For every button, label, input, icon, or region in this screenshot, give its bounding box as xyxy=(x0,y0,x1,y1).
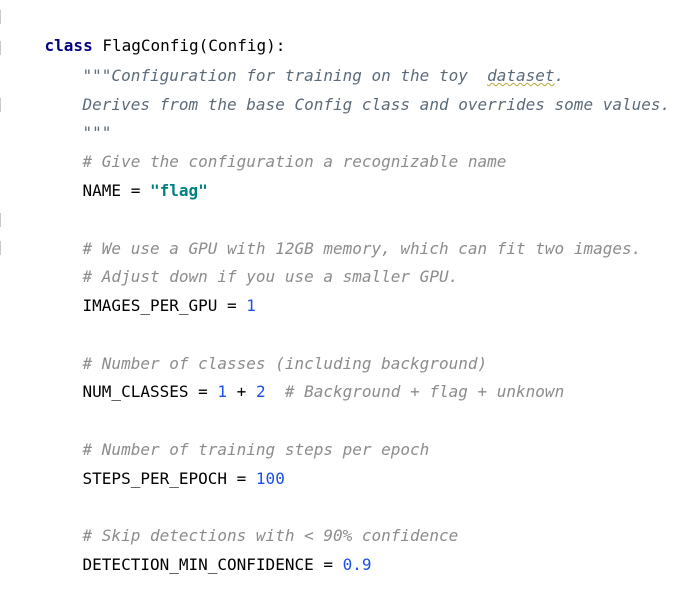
code-line-comment[interactable]: # Number of training steps per epoch xyxy=(44,408,430,459)
code-line-comment[interactable]: # Give the configuration a recognizable … xyxy=(44,120,507,171)
number-literal: 1 xyxy=(246,296,256,315)
code-line-detection-min-confidence[interactable]: DETECTION_MIN_CONFIDENCE = 0.9 xyxy=(44,523,372,574)
fold-marker[interactable] xyxy=(0,10,5,24)
fold-marker[interactable] xyxy=(0,241,5,255)
code-line-name-assign[interactable]: NAME = "flag" xyxy=(44,149,208,200)
operator: + xyxy=(227,382,256,401)
string-literal: "flag" xyxy=(149,181,208,200)
number-literal: 100 xyxy=(255,469,285,488)
assignment-lhs: STEPS_PER_EPOCH = xyxy=(82,469,256,488)
code-line-class-def[interactable]: class FlagConfig(Config): xyxy=(6,4,286,55)
code-line-docstring-3[interactable]: """ xyxy=(44,91,112,142)
number-literal: 0.9 xyxy=(342,555,372,574)
inline-comment: # Background + flag + unknown xyxy=(265,382,565,401)
assignment-lhs: IMAGES_PER_GPU = xyxy=(82,296,247,315)
fold-marker[interactable] xyxy=(0,213,5,227)
assignment-lhs: DETECTION_MIN_CONFIDENCE = xyxy=(82,555,343,574)
fold-marker[interactable] xyxy=(0,98,5,112)
code-line-comment[interactable]: # Adjust down if you use a smaller GPU. xyxy=(44,235,459,286)
code-line-steps-per-epoch[interactable]: STEPS_PER_EPOCH = 100 xyxy=(44,437,285,488)
number-literal: 2 xyxy=(255,382,266,401)
code-line-images-per-gpu[interactable]: IMAGES_PER_GPU = 1 xyxy=(44,264,256,315)
code-line-comment[interactable]: # Number of classes (including backgroun… xyxy=(44,322,488,373)
assignment-lhs: NAME = xyxy=(82,181,150,200)
code-line-docstring-2[interactable]: Derives from the base Config class and o… xyxy=(44,63,671,114)
code-line-docstring-1[interactable]: """Configuration for training on the toy… xyxy=(44,34,565,85)
docstring-text: Derives from the base Config class and o… xyxy=(82,95,671,114)
code-line-comment[interactable]: # Skip detections with < 90% confidence xyxy=(44,494,459,545)
code-line-comment[interactable]: # We use a GPU with 12GB memory, which c… xyxy=(44,207,642,258)
fold-marker[interactable] xyxy=(0,41,5,55)
assignment-lhs: NUM_CLASSES = xyxy=(82,382,218,401)
code-line-num-classes[interactable]: NUM_CLASSES = 1 + 2 # Background + flag … xyxy=(44,350,565,401)
code-editor[interactable]: class FlagConfig(Config): """Configurati… xyxy=(0,0,699,574)
number-literal: 1 xyxy=(217,382,228,401)
